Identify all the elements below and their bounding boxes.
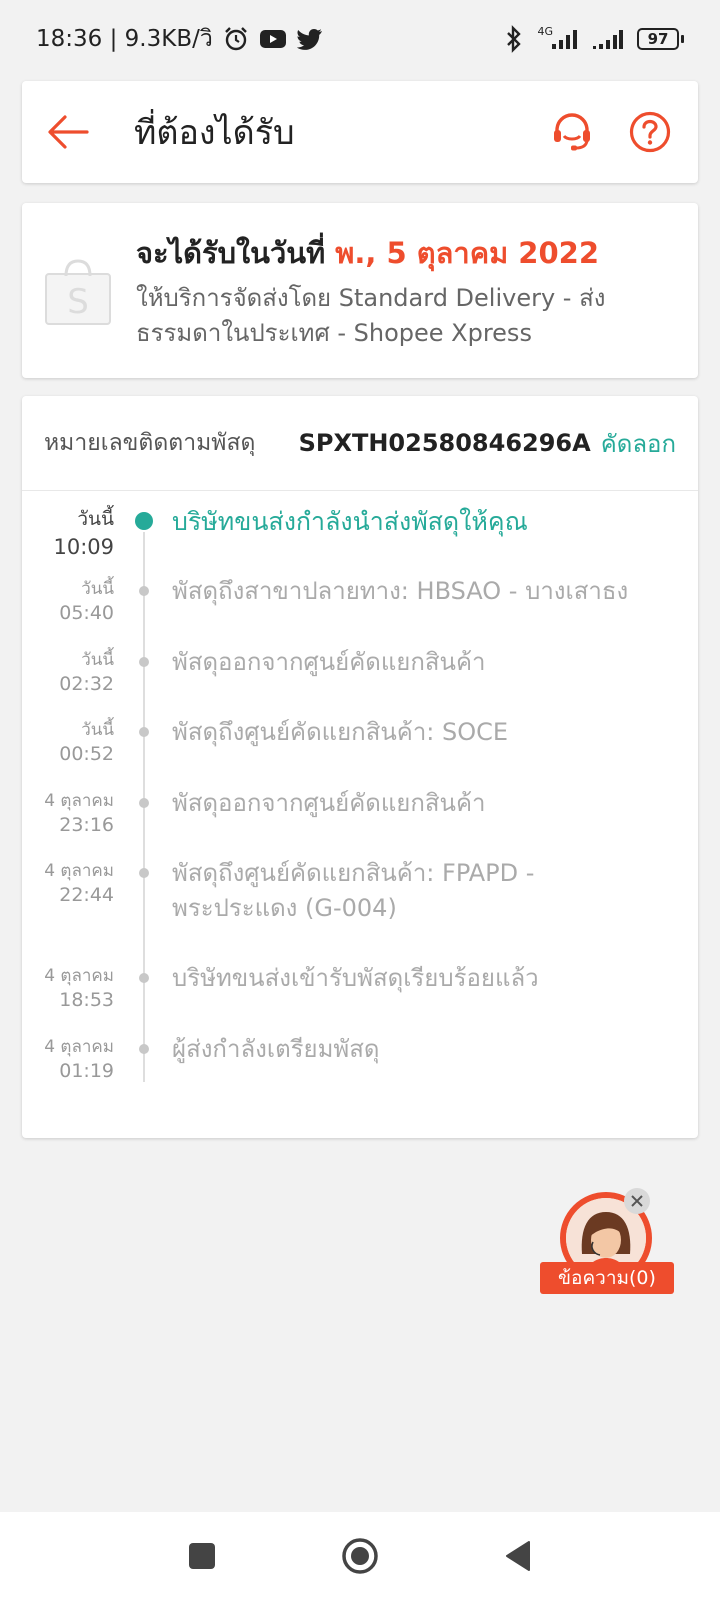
event-clock: 18:53 [59, 989, 114, 1011]
headset-icon[interactable] [548, 108, 596, 156]
status-left: 18:36 | 9.3KB/วิ [36, 21, 323, 57]
tracking-number-label: หมายเลขติดตามพัสดุ [44, 430, 256, 456]
event-clock: 23:16 [59, 814, 114, 836]
event-date: 4 ตุลาคม [44, 1037, 114, 1057]
tracking-timeline: วันนี้ 10:09 บริษัทขนส่งกำลังนำส่งพัสดุใ… [22, 492, 698, 1132]
event-text: พัสดุออกจากศูนย์คัดแยกสินค้า [172, 648, 486, 676]
tracking-card: หมายเลขติดตามพัสดุ SPXTH02580846296A คัด… [22, 396, 698, 1138]
system-nav-bar [0, 1512, 720, 1600]
timeline-dot [139, 798, 149, 808]
home-icon[interactable] [340, 1536, 380, 1576]
timeline-dot [139, 586, 149, 596]
status-bar: 18:36 | 9.3KB/วิ 4G 97 [0, 0, 720, 78]
event-date: 4 ตุลาคม [44, 966, 114, 986]
eta-date: พ., 5 ตุลาคม 2022 [335, 236, 600, 270]
tracking-number: SPXTH02580846296A [298, 429, 591, 457]
signal-icon [593, 28, 623, 50]
recent-apps-icon[interactable] [182, 1536, 222, 1576]
event-time: 4 ตุลาคม 22:44 [44, 860, 114, 908]
twitter-icon [296, 28, 323, 50]
timeline-dot [139, 727, 149, 737]
timeline-dot [139, 657, 149, 667]
event-time: 4 ตุลาคม 18:53 [44, 965, 114, 1013]
event-clock: 10:09 [53, 535, 114, 559]
chat-label[interactable]: ข้อความ(0) [540, 1262, 674, 1294]
event-time: วันนี้ 10:09 [53, 506, 114, 562]
event-date: วันนี้ [77, 508, 114, 530]
help-icon[interactable] [626, 108, 674, 156]
network-label: 4G [537, 24, 553, 38]
tracking-number-row: หมายเลขติดตามพัสดุ SPXTH02580846296A คัด… [22, 396, 698, 491]
event-clock: 22:44 [59, 884, 114, 906]
bluetooth-icon [505, 25, 523, 53]
event-time: 4 ตุลาคม 01:19 [44, 1036, 114, 1084]
close-icon[interactable] [624, 1188, 650, 1214]
event-text: พัสดุถึงศูนย์คัดแยกสินค้า: FPAPD - พระปร… [172, 859, 535, 922]
event-date: วันนี้ [81, 579, 114, 599]
page-title: ที่ต้องได้รับ [134, 113, 295, 153]
delivery-text: จะได้รับในวันที่ พ., 5 ตุลาคม 2022 ให้บร… [136, 231, 676, 351]
event-text: ผู้ส่งกำลังเตรียมพัสดุ [172, 1035, 380, 1063]
youtube-icon [259, 28, 287, 50]
event-date: 4 ตุลาคม [44, 791, 114, 811]
event-text: บริษัทขนส่งเข้ารับพัสดุเรียบร้อยแล้ว [172, 964, 539, 992]
shipping-service: ให้บริการจัดส่งโดย Standard Delivery - ส… [136, 284, 606, 347]
event-text: พัสดุออกจากศูนย์คัดแยกสินค้า [172, 789, 486, 817]
status-time: 18:36 | 9.3KB/วิ [36, 26, 213, 52]
eta-label: จะได้รับในวันที่ [136, 236, 336, 270]
timeline-dot [139, 868, 149, 878]
svg-text:S: S [67, 282, 89, 322]
signal-4g-icon: 4G [537, 24, 579, 50]
event-time: วันนี้ 00:52 [59, 719, 114, 767]
back-arrow-icon[interactable] [46, 110, 90, 154]
battery-tip [681, 35, 684, 43]
battery-level: 97 [637, 28, 679, 50]
eta-line: จะได้รับในวันที่ พ., 5 ตุลาคม 2022 [136, 231, 676, 275]
header-bar: ที่ต้องได้รับ [22, 81, 698, 183]
event-text: พัสดุถึงศูนย์คัดแยกสินค้า: SOCE [172, 718, 509, 746]
back-icon[interactable] [498, 1536, 538, 1576]
battery-icon: 97 [637, 28, 684, 50]
event-time: วันนี้ 05:40 [59, 578, 114, 626]
copy-button[interactable]: คัดลอก [601, 424, 676, 463]
event-clock: 05:40 [59, 602, 114, 624]
event-text: บริษัทขนส่งกำลังนำส่งพัสดุให้คุณ [172, 507, 528, 536]
event-time: วันนี้ 02:32 [59, 649, 114, 697]
event-clock: 00:52 [59, 743, 114, 765]
timeline-dot [139, 973, 149, 983]
event-text: พัสดุถึงสาขาปลายทาง: HBSAO - บางเสาธง [172, 577, 629, 605]
event-time: 4 ตุลาคม 23:16 [44, 790, 114, 838]
delivery-info-card: S จะได้รับในวันที่ พ., 5 ตุลาคม 2022 ให้… [22, 203, 698, 378]
alarm-icon [223, 26, 249, 52]
shopee-bag-icon: S [44, 258, 112, 326]
event-clock: 01:19 [59, 1060, 114, 1082]
timeline-dot [139, 1044, 149, 1054]
status-right: 4G 97 [505, 25, 684, 53]
event-date: วันนี้ [81, 650, 114, 670]
event-clock: 02:32 [59, 673, 114, 695]
event-date: 4 ตุลาคม [44, 861, 114, 881]
chat-float-button[interactable]: ข้อความ(0) [540, 1188, 674, 1298]
timeline-dot-active [135, 512, 153, 530]
event-date: วันนี้ [81, 720, 114, 740]
